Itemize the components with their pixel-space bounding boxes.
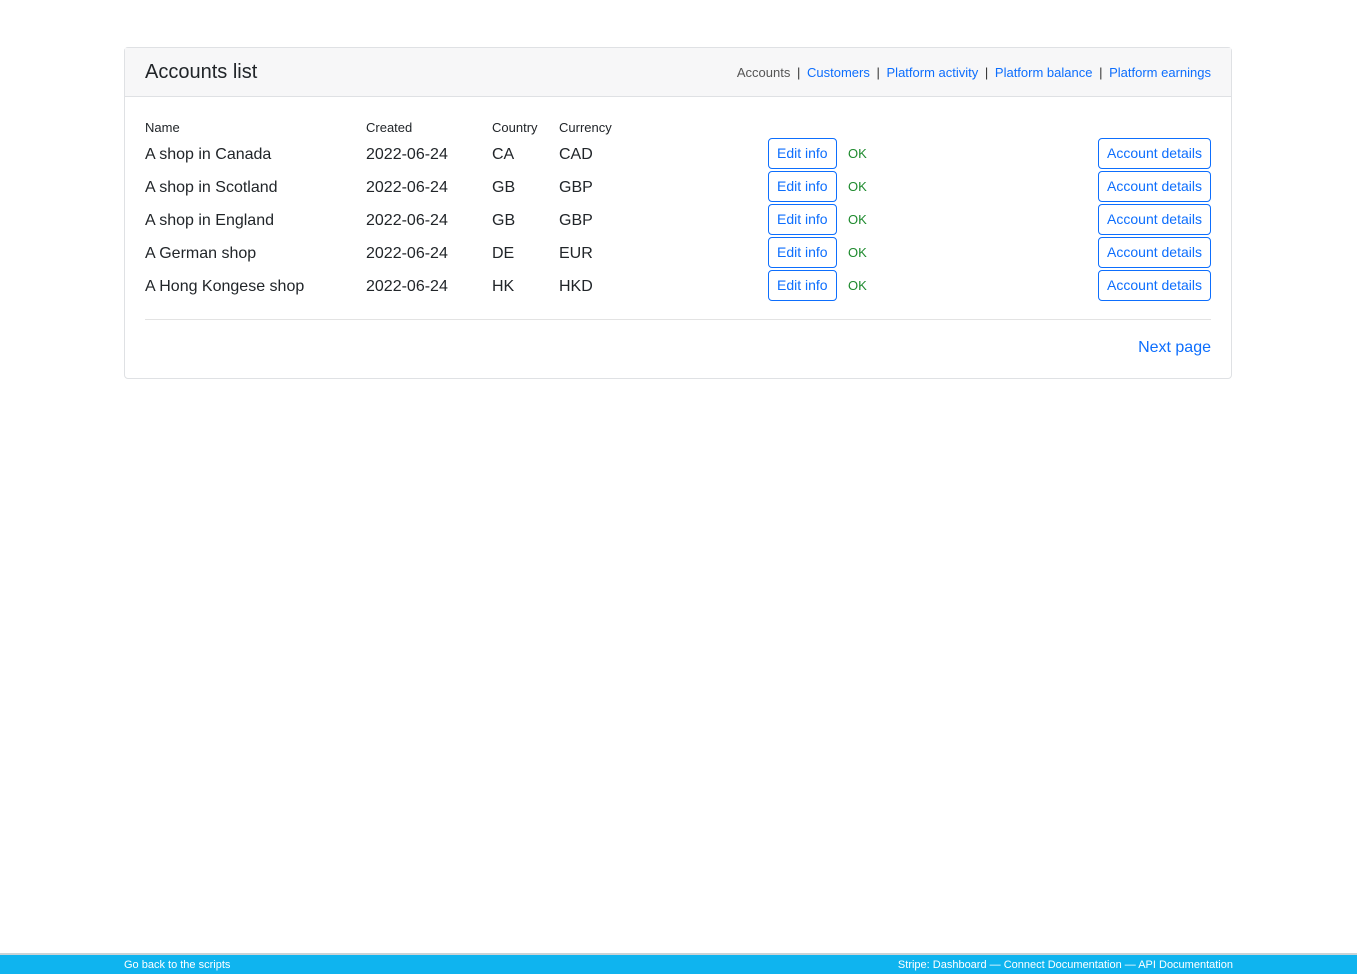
footer-bar: Go back to the scripts Stripe: Dashboard…: [0, 953, 1357, 974]
divider: [145, 319, 1211, 320]
country: DE: [492, 245, 515, 262]
country: GB: [492, 179, 516, 196]
currency: GBP: [559, 179, 593, 196]
status-badge: OK: [848, 245, 867, 260]
nav-accounts: Accounts: [736, 64, 791, 80]
header-currency: Currency: [559, 120, 612, 135]
currency: EUR: [559, 245, 593, 262]
edit-info-button[interactable]: Edit info: [768, 171, 837, 202]
account-name: A shop in England: [145, 212, 274, 229]
account-name: A German shop: [145, 245, 257, 262]
account-details-button[interactable]: Account details: [1098, 171, 1211, 202]
edit-info-button[interactable]: Edit info: [768, 237, 837, 268]
status-badge: OK: [848, 212, 867, 227]
created-date: 2022-06-24: [366, 146, 448, 163]
account-name: A shop in Scotland: [145, 179, 278, 196]
status-badge: OK: [848, 179, 867, 194]
nav-platform-activity[interactable]: Platform activity: [887, 65, 979, 80]
card-header: Accounts list Accounts | Customers | Pla…: [125, 48, 1231, 97]
account-details-button[interactable]: Account details: [1098, 237, 1211, 268]
header-country: Country: [492, 120, 538, 135]
currency: HKD: [559, 278, 593, 295]
status-badge: OK: [848, 278, 867, 293]
nav-platform-balance[interactable]: Platform balance: [995, 65, 1093, 80]
currency: CAD: [559, 146, 593, 163]
page-title: Accounts list: [145, 60, 258, 83]
account-details-button[interactable]: Account details: [1098, 138, 1211, 169]
edit-info-button[interactable]: Edit info: [768, 204, 837, 235]
header-created: Created: [366, 120, 413, 135]
next-page-link[interactable]: Next page: [1138, 339, 1211, 357]
created-date: 2022-06-24: [366, 179, 448, 196]
edit-info-button[interactable]: Edit info: [768, 270, 837, 301]
country: GB: [492, 212, 516, 229]
created-date: 2022-06-24: [366, 245, 448, 262]
created-date: 2022-06-24: [366, 212, 448, 229]
currency: GBP: [559, 212, 593, 229]
account-name: A Hong Kongese shop: [145, 278, 305, 295]
edit-info-button[interactable]: Edit info: [768, 138, 837, 169]
account-details-button[interactable]: Account details: [1098, 204, 1211, 235]
stripe-docs-links[interactable]: Stripe: Dashboard — Connect Documentatio…: [898, 959, 1233, 971]
top-nav: Accounts | Customers | Platform activity…: [736, 64, 1211, 80]
back-to-scripts-link[interactable]: Go back to the scripts: [124, 959, 230, 971]
created-date: 2022-06-24: [366, 278, 448, 295]
nav-customers[interactable]: Customers: [807, 65, 870, 80]
account-details-button[interactable]: Account details: [1098, 270, 1211, 301]
country: HK: [492, 278, 515, 295]
country: CA: [492, 146, 515, 163]
account-name: A shop in Canada: [145, 146, 272, 163]
status-badge: OK: [848, 146, 867, 161]
header-name: Name: [145, 120, 180, 135]
nav-platform-earnings[interactable]: Platform earnings: [1109, 65, 1211, 80]
accounts-card: Accounts list Accounts | Customers | Pla…: [124, 47, 1232, 379]
